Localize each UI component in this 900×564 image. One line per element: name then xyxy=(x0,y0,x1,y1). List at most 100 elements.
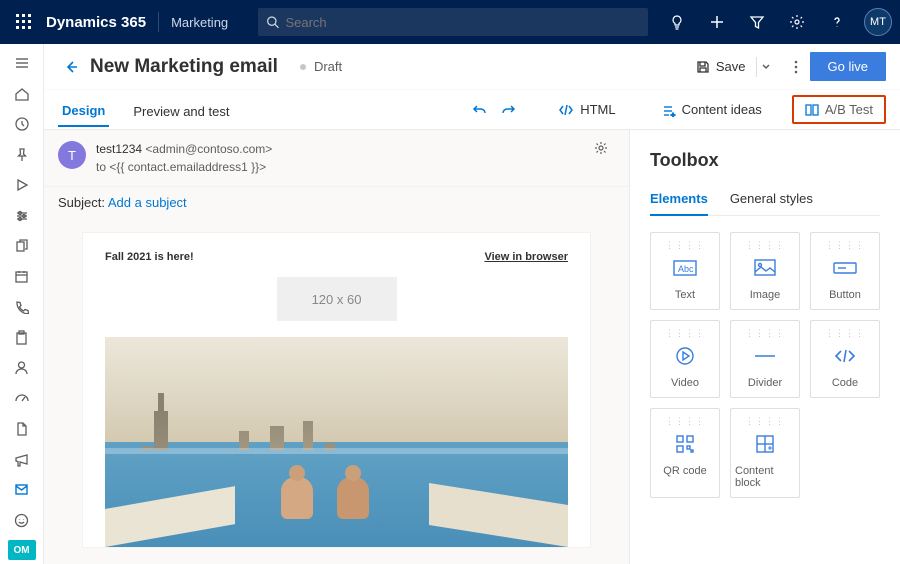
code-icon xyxy=(558,103,574,117)
grip-icon: ⋮⋮⋮⋮ xyxy=(745,243,785,247)
subject-row: Subject: Add a subject xyxy=(44,187,629,220)
sender-avatar: T xyxy=(58,141,86,169)
doc-icon[interactable] xyxy=(7,416,37,442)
grip-icon: ⋮⋮⋮⋮ xyxy=(825,243,865,247)
gauge-icon[interactable] xyxy=(7,385,37,411)
from-name: test1234 xyxy=(96,142,142,156)
page-header: New Marketing email Draft Save Go live xyxy=(44,44,900,90)
toolbox-item-button[interactable]: ⋮⋮⋮⋮ Button xyxy=(810,232,880,310)
page-title: New Marketing email xyxy=(90,56,278,78)
search-icon xyxy=(266,15,279,29)
save-label: Save xyxy=(716,59,746,74)
hamburger-icon[interactable] xyxy=(7,50,37,76)
grip-icon: ⋮⋮⋮⋮ xyxy=(665,331,705,335)
grip-icon: ⋮⋮⋮⋮ xyxy=(665,243,705,247)
toolbox-item-contentblock[interactable]: ⋮⋮⋮⋮ Content block xyxy=(730,408,800,498)
toolbox-title: Toolbox xyxy=(650,150,880,171)
app-launcher-icon[interactable] xyxy=(8,6,40,38)
filter-icon[interactable] xyxy=(740,5,774,39)
brand-label: Dynamics 365 xyxy=(46,14,146,31)
toolbox-item-text[interactable]: ⋮⋮⋮⋮ Abc Text xyxy=(650,232,720,310)
add-subject-link[interactable]: Add a subject xyxy=(108,195,187,210)
save-button[interactable]: Save xyxy=(690,53,782,81)
overflow-menu[interactable] xyxy=(794,60,798,74)
mail-icon[interactable] xyxy=(7,477,37,503)
save-dropdown[interactable] xyxy=(756,57,776,77)
status-dot-icon xyxy=(300,64,306,70)
html-label: HTML xyxy=(580,102,615,117)
content-block-icon xyxy=(748,431,782,457)
grip-icon: ⋮⋮⋮⋮ xyxy=(745,419,785,423)
email-header-meta: T test1234 <admin@contoso.com> to <{{ co… xyxy=(44,130,629,187)
toolbox-item-video[interactable]: ⋮⋮⋮⋮ Video xyxy=(650,320,720,398)
to-value: <{{ contact.emailaddress1 }}> xyxy=(109,160,266,174)
email-canvas: T test1234 <admin@contoso.com> to <{{ co… xyxy=(44,130,630,564)
html-button[interactable]: HTML xyxy=(550,98,623,121)
text-icon: Abc xyxy=(668,255,702,281)
toolbox-tab-styles[interactable]: General styles xyxy=(730,185,813,215)
toolbox-tab-elements[interactable]: Elements xyxy=(650,185,708,216)
play-icon[interactable] xyxy=(7,172,37,198)
video-icon xyxy=(668,343,702,369)
pin-icon[interactable] xyxy=(7,141,37,167)
phone-icon[interactable] xyxy=(7,294,37,320)
undo-button[interactable] xyxy=(472,102,488,118)
back-button[interactable] xyxy=(58,53,86,81)
person-icon[interactable] xyxy=(7,355,37,381)
calendar-icon[interactable] xyxy=(7,263,37,289)
clipboard-icon[interactable] xyxy=(7,324,37,350)
grip-icon: ⋮⋮⋮⋮ xyxy=(745,331,785,335)
sparkle-icon xyxy=(662,103,676,117)
grip-icon: ⋮⋮⋮⋮ xyxy=(825,331,865,335)
toolbox-item-image[interactable]: ⋮⋮⋮⋮ Image xyxy=(730,232,800,310)
om-badge[interactable]: OM xyxy=(8,540,36,560)
megaphone-icon[interactable] xyxy=(7,446,37,472)
plus-icon[interactable] xyxy=(700,5,734,39)
ab-test-button[interactable]: A/B Test xyxy=(797,98,881,121)
button-icon xyxy=(828,255,862,281)
view-in-browser-link[interactable]: View in browser xyxy=(484,251,568,263)
email-headline: Fall 2021 is here! xyxy=(105,251,194,263)
ideas-label: Content ideas xyxy=(682,102,762,117)
top-nav: Dynamics 365 Marketing MT xyxy=(0,0,900,44)
code-block-icon xyxy=(828,343,862,369)
lightbulb-icon[interactable] xyxy=(660,5,694,39)
to-prefix: to xyxy=(96,160,109,174)
divider-icon xyxy=(748,343,782,369)
toolbox-item-code[interactable]: ⋮⋮⋮⋮ Code xyxy=(810,320,880,398)
help-icon[interactable] xyxy=(820,5,854,39)
toolbox-item-divider[interactable]: ⋮⋮⋮⋮ Divider xyxy=(730,320,800,398)
search-input[interactable] xyxy=(285,15,640,30)
copy-icon[interactable] xyxy=(7,233,37,259)
grip-icon: ⋮⋮⋮⋮ xyxy=(665,419,705,423)
ab-test-highlight: A/B Test xyxy=(792,95,886,124)
content-ideas-button[interactable]: Content ideas xyxy=(654,98,770,121)
home-icon[interactable] xyxy=(7,80,37,106)
subject-label: Subject: xyxy=(58,195,105,210)
global-search[interactable] xyxy=(258,8,648,36)
status-label: Draft xyxy=(314,59,342,74)
image-icon xyxy=(748,255,782,281)
toolbox-item-qr[interactable]: ⋮⋮⋮⋮ QR code xyxy=(650,408,720,498)
email-settings-button[interactable] xyxy=(593,140,609,156)
user-avatar[interactable]: MT xyxy=(864,8,892,36)
settings-icon[interactable] xyxy=(780,5,814,39)
app-name-label[interactable]: Marketing xyxy=(171,15,228,30)
design-toolbar: Design Preview and test HTML Content ide… xyxy=(44,90,900,130)
redo-button[interactable] xyxy=(500,102,516,118)
toolbox-panel: Toolbox Elements General styles ⋮⋮⋮⋮ Abc… xyxy=(630,130,900,564)
settings-rail-icon[interactable] xyxy=(7,202,37,228)
qr-icon xyxy=(668,431,702,457)
chevron-down-icon xyxy=(761,62,771,72)
go-live-button[interactable]: Go live xyxy=(810,52,886,81)
tab-design[interactable]: Design xyxy=(58,93,109,127)
from-address: <admin@contoso.com> xyxy=(145,142,272,156)
hero-image[interactable] xyxy=(105,337,568,547)
left-rail: OM xyxy=(0,44,44,564)
brand-divider xyxy=(158,12,159,32)
tab-preview[interactable]: Preview and test xyxy=(129,94,233,126)
email-body-card[interactable]: Fall 2021 is here! View in browser 120 x… xyxy=(82,232,591,548)
clock-icon[interactable] xyxy=(7,111,37,137)
logo-placeholder[interactable]: 120 x 60 xyxy=(277,277,397,321)
smile-icon[interactable] xyxy=(7,507,37,533)
